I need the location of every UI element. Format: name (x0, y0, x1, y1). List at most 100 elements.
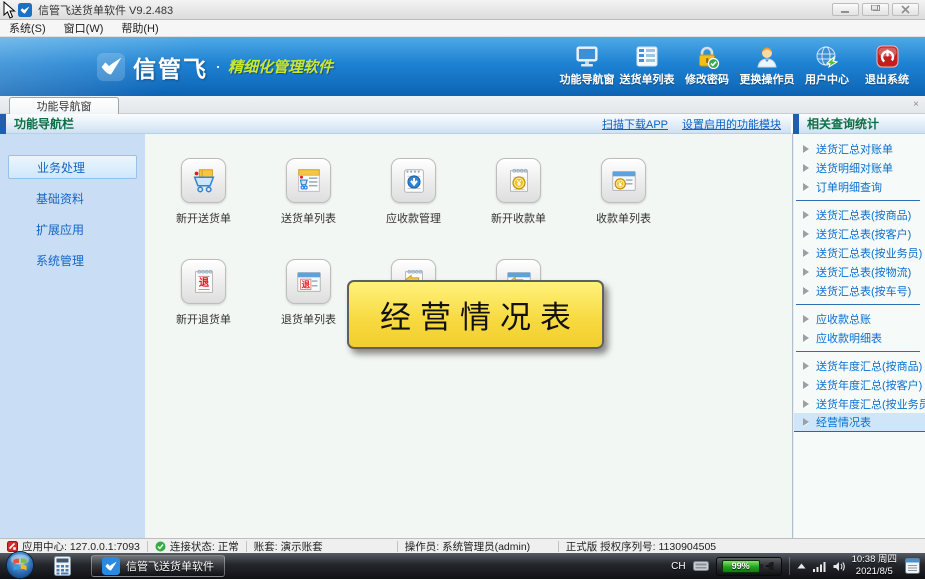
status-license: 正式版 授权序列号: 1130904505 (559, 539, 723, 553)
stats-item[interactable]: 送货年度汇总(按客户) (794, 375, 925, 394)
cart-list-icon (294, 166, 324, 196)
tile-return-order-list[interactable]: 退 退货单列表 (256, 259, 361, 324)
stats-item[interactable]: 送货汇总表(按物流) (794, 262, 925, 281)
arrow-right-icon (803, 249, 809, 257)
tile-new-return-order[interactable]: 退 新开退货单 (151, 259, 256, 324)
list-icon (634, 45, 660, 69)
stats-item[interactable]: 订单明细查询 (794, 177, 925, 196)
accent-bar (0, 114, 6, 134)
stats-item[interactable]: 送货明细对账单 (794, 158, 925, 177)
toolbar-user-center-button[interactable]: 用户中心 (797, 42, 857, 92)
menu-system[interactable]: 系统(S) (0, 20, 55, 36)
toolbar-exit-button[interactable]: 退出系统 (857, 42, 917, 92)
arrow-right-icon (803, 400, 809, 408)
notes-icon[interactable] (904, 557, 921, 575)
app-logo-icon (102, 557, 120, 575)
tile-new-delivery-order[interactable]: 新开送货单 (151, 158, 256, 223)
arrow-right-icon (803, 183, 809, 191)
tile-new-receipt[interactable]: ¥ 新开收款单 (466, 158, 571, 223)
sidebar-item-business[interactable]: 业务处理 (8, 155, 137, 179)
cart-icon (189, 166, 219, 196)
toolbar-delivery-list-button[interactable]: 送货单列表 (617, 42, 677, 92)
minimize-button[interactable] (832, 3, 859, 16)
stats-item[interactable]: 送货汇总表(按商品) (794, 205, 925, 224)
stats-item[interactable]: 送货汇总表(按业务员) (794, 243, 925, 262)
module-settings-link[interactable]: 设置启用的功能模块 (682, 116, 781, 132)
arrow-right-icon (803, 334, 809, 342)
window-return-icon: 退 (294, 267, 324, 297)
system-tray: CH 99% 10:38 周四 2021/8/5 (671, 553, 925, 579)
sidebar-item-system[interactable]: 系统管理 (8, 248, 137, 272)
menu-window[interactable]: 窗口(W) (55, 20, 113, 36)
app-logo-icon (18, 3, 32, 17)
menu-help[interactable]: 帮助(H) (112, 20, 167, 36)
download-app-link[interactable]: 扫描下载APP (602, 116, 668, 132)
start-button[interactable] (5, 550, 35, 580)
show-hidden-icons-button[interactable] (797, 563, 806, 569)
taskbar-app-button[interactable]: 信管飞送货单软件 (91, 555, 225, 577)
arrow-right-icon (803, 164, 809, 172)
user-icon (754, 45, 780, 69)
nav-panel-header: 功能导航栏 扫描下载APP 设置启用的功能模块 (0, 114, 791, 134)
battery-icon: 99% (722, 560, 760, 573)
tile-receipt-list[interactable]: ¥ 收款单列表 (571, 158, 676, 223)
restore-button[interactable] (862, 3, 889, 16)
tab-close-icon[interactable]: × (913, 99, 919, 110)
stats-item-business-report[interactable]: 经营情况表 (794, 413, 925, 432)
toolbar-nav-window-button[interactable]: 功能导航窗 (557, 42, 617, 92)
stats-item[interactable]: 应收款明细表 (794, 328, 925, 347)
window-title: 信管飞送货单软件 V9.2.483 (38, 2, 173, 18)
note-download-icon (399, 166, 429, 196)
stats-panel-header: 相关查询统计 (791, 114, 925, 134)
svg-text:退: 退 (301, 279, 310, 289)
toolbar-switch-operator-button[interactable]: 更换操作员 (737, 42, 797, 92)
nav-panel-title: 功能导航栏 (14, 115, 74, 132)
globe-icon (814, 45, 840, 69)
calculator-icon (54, 556, 71, 576)
tab-nav-window[interactable]: 功能导航窗 (9, 97, 119, 114)
stats-item[interactable]: 送货年度汇总(按业务员) (794, 394, 925, 413)
speaker-icon[interactable] (833, 561, 845, 572)
brand-name: 信管飞 (133, 50, 208, 84)
menu-bar: 系统(S) 窗口(W) 帮助(H) (0, 20, 925, 37)
brand-separator: · (215, 56, 221, 77)
keyboard-icon[interactable] (693, 561, 709, 571)
arrow-right-icon (803, 381, 809, 389)
status-account: 账套: 演示账套 (247, 539, 397, 553)
title-bar: 信管飞送货单软件 V9.2.483 (0, 0, 925, 20)
sidebar-item-extensions[interactable]: 扩展应用 (8, 217, 137, 241)
sidebar-item-basic-data[interactable]: 基础资料 (8, 186, 137, 210)
monitor-icon (574, 45, 600, 69)
stats-item[interactable]: 送货汇总对账单 (794, 139, 925, 158)
brand-slogan: 精细化管理软件 (228, 56, 333, 77)
input-language-indicator[interactable]: CH (671, 561, 685, 572)
battery-widget[interactable]: 99% (716, 557, 782, 576)
lock-icon (694, 45, 720, 69)
status-connection: 连接状态: 正常 (148, 539, 246, 553)
toolbar-change-password-button[interactable]: 修改密码 (677, 42, 737, 92)
nav-sidebar: 业务处理 基础资料 扩展应用 系统管理 (0, 134, 145, 538)
brand-logo-icon (96, 52, 126, 82)
power-plug-icon (764, 560, 776, 572)
receipt-return-icon: 退 (189, 267, 219, 297)
taskbar-calculator-button[interactable] (49, 554, 75, 578)
taskbar-clock[interactable]: 10:38 周四 2021/8/5 (852, 554, 897, 578)
mouse-cursor-icon (2, 1, 16, 19)
svg-text:退: 退 (198, 277, 209, 289)
stats-item[interactable]: 应收款总账 (794, 309, 925, 328)
network-signal-icon[interactable] (813, 561, 826, 572)
stats-item[interactable]: 送货汇总表(按车号) (794, 281, 925, 300)
stats-item[interactable]: 送货年度汇总(按商品) (794, 356, 925, 375)
stats-divider (796, 351, 920, 352)
brand: 信管飞 · 精细化管理软件 (96, 50, 333, 84)
close-button[interactable] (892, 3, 919, 16)
tile-delivery-order-list[interactable]: 送货单列表 (256, 158, 361, 223)
stats-item[interactable]: 送货汇总表(按客户) (794, 224, 925, 243)
arrow-right-icon (803, 315, 809, 323)
stats-divider (796, 304, 920, 305)
arrow-right-icon (803, 287, 809, 295)
tile-receivables-management[interactable]: 应收款管理 (361, 158, 466, 223)
status-bar: 应用中心: 127.0.0.1:7093 连接状态: 正常 账套: 演示账套 操… (0, 538, 925, 553)
arrow-right-icon (803, 362, 809, 370)
arrow-right-icon (803, 268, 809, 276)
